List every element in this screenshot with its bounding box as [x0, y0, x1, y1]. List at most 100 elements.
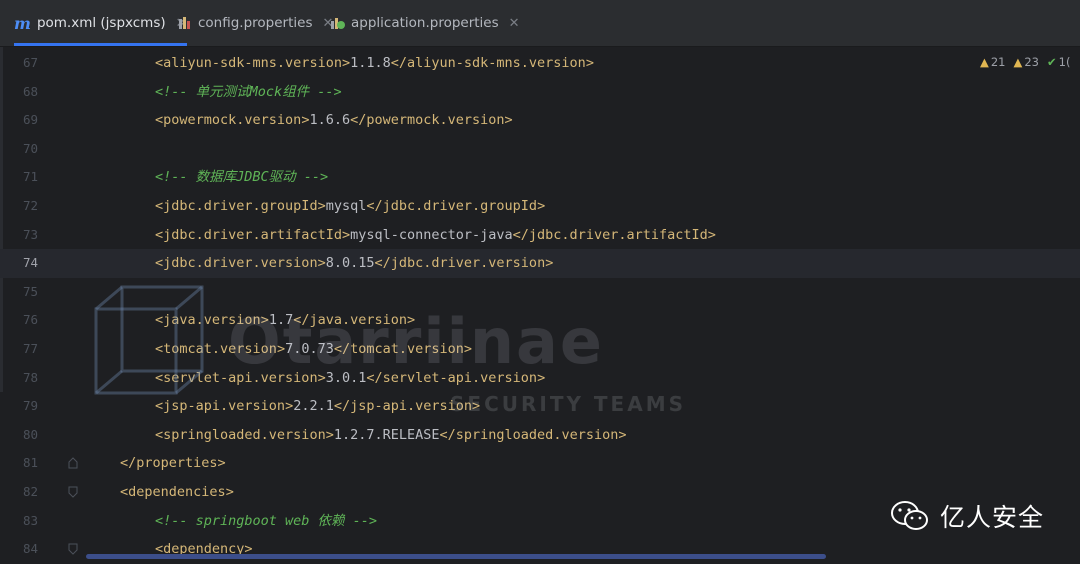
xml-bracket: > [341, 226, 351, 243]
xml-bracket: </ [333, 398, 351, 415]
code-text: <!-- springboot web 依赖 --> [155, 507, 377, 536]
code-line[interactable]: 74 <jdbc.driver.version>8.0.15</jdbc.driv… [0, 249, 1080, 278]
weak-warnings-count[interactable]: ▲ 23 [1014, 55, 1040, 69]
code-text: <aliyun-sdk-mns.version>1.1.8</aliyun-sd… [155, 49, 594, 78]
xml-text: 1.1.8 [350, 55, 391, 71]
xml-comment: <!-- 单元测试Mock组件 --> [155, 83, 342, 100]
line-number[interactable]: 67 [0, 49, 38, 78]
line-number[interactable]: 80 [0, 421, 38, 450]
xml-tag-name: aliyun-sdk-mns.version [407, 55, 586, 71]
code-line[interactable]: 68 <!-- 单元测试Mock组件 --> [0, 78, 1080, 107]
check-icon: ✔ [1047, 55, 1057, 69]
close-icon[interactable]: ✕ [509, 16, 520, 31]
xml-text: 2.2.1 [293, 398, 334, 415]
code-line[interactable]: 75 [0, 278, 1080, 307]
line-number[interactable]: 77 [0, 335, 38, 364]
code-text: <servlet-api.version>3.0.1</servlet-api.… [155, 364, 545, 393]
tab-pom-xml[interactable]: m pom.xml (jspxcms) ✕ [14, 0, 187, 46]
xml-tag-name: jsp-api.version [350, 398, 473, 415]
xml-bracket: > [504, 112, 513, 129]
xml-bracket: </ [512, 226, 529, 243]
code-line[interactable]: 81 </properties> [0, 449, 1080, 478]
line-number[interactable]: 81 [0, 449, 38, 478]
xml-tag-name: tomcat.version [163, 341, 277, 357]
xml-bracket: > [537, 369, 546, 386]
code-line[interactable]: 77 <tomcat.version>7.0.73</tomcat.version… [0, 335, 1080, 364]
xml-bracket: < [155, 341, 164, 357]
line-number[interactable]: 79 [0, 392, 38, 421]
xml-bracket: </ [366, 369, 383, 386]
xml-text: mysql [325, 198, 367, 214]
code-editor[interactable]: 67 <aliyun-sdk-mns.version>1.1.8</aliyun-… [0, 47, 1080, 564]
line-number[interactable]: 82 [0, 478, 38, 507]
code-text: <dependencies> [120, 478, 234, 507]
xml-tag-name: jdbc.driver.groupId [163, 198, 318, 214]
xml-tag-name: dependencies [128, 484, 226, 500]
line-number[interactable]: 74 [0, 249, 38, 278]
xml-bracket: </ [366, 198, 383, 214]
code-text: </properties> [120, 449, 226, 478]
horizontal-scrollbar[interactable] [86, 554, 826, 559]
inspection-widget[interactable]: ▲ 21 ▲ 23 ✔ 1( [980, 55, 1070, 69]
line-number[interactable]: 70 [0, 135, 38, 164]
xml-bracket: > [285, 398, 294, 415]
code-line[interactable]: 67 <aliyun-sdk-mns.version>1.1.8</aliyun-… [0, 49, 1080, 78]
xml-bracket: > [537, 198, 546, 214]
code-text: <dependency> [155, 535, 253, 564]
line-number[interactable]: 72 [0, 192, 38, 221]
tab-label: pom.xml (jspxcms) [36, 15, 166, 31]
xml-bracket: > [317, 198, 326, 214]
fold-open-icon[interactable] [68, 543, 78, 555]
xml-tag-name: springloaded.version [163, 426, 326, 443]
code-text: <!-- 单元测试Mock组件 --> [155, 78, 342, 107]
ok-count[interactable]: ✔ 1( [1047, 55, 1070, 69]
code-text: <java.version>1.7</java.version> [155, 306, 415, 335]
fold-close-icon[interactable] [68, 457, 78, 469]
code-text: <!-- 数据库JDBC驱动 --> [155, 163, 328, 192]
code-line[interactable]: 73 <jdbc.driver.artifactId>mysql-connecto… [0, 221, 1080, 250]
xml-bracket: > [317, 369, 326, 386]
code-line[interactable]: 76 <java.version>1.7</java.version> [0, 306, 1080, 335]
code-line[interactable]: 71 <!-- 数据库JDBC驱动 --> [0, 163, 1080, 192]
warnings-count[interactable]: ▲ 21 [980, 55, 1006, 69]
xml-bracket: < [155, 312, 164, 329]
line-number[interactable]: 75 [0, 278, 38, 307]
xml-tag-name: jsp-api.version [163, 398, 286, 415]
tab-label: config.properties [198, 15, 313, 31]
code-line[interactable]: 79 <jsp-api.version>2.2.1</jsp-api.versio… [0, 392, 1080, 421]
code-line[interactable]: 84 <dependency> [0, 535, 1080, 564]
xml-bracket: < [155, 226, 164, 243]
fold-open-icon[interactable] [68, 486, 78, 498]
line-number[interactable]: 73 [0, 221, 38, 250]
xml-text: 1.7 [268, 312, 294, 329]
xml-bracket: </ [293, 312, 310, 329]
tab-application-properties[interactable]: application.properties ✕ [330, 0, 520, 46]
xml-bracket: </ [120, 455, 137, 472]
line-number[interactable]: 69 [0, 106, 38, 135]
code-line[interactable]: 80 <springloaded.version>1.2.7.RELEASE</s… [0, 421, 1080, 450]
line-number[interactable]: 68 [0, 78, 38, 107]
xml-tag-name: properties [136, 455, 218, 472]
line-number[interactable]: 71 [0, 163, 38, 192]
code-text: <jsp-api.version>2.2.1</jsp-api.version> [155, 392, 480, 421]
code-text: <jdbc.driver.artifactId>mysql-connector-… [155, 221, 716, 250]
code-line[interactable]: 72 <jdbc.driver.groupId>mysql</jdbc.drive… [0, 192, 1080, 221]
xml-text: 7.0.73 [285, 341, 334, 357]
code-line[interactable]: 70 [0, 135, 1080, 164]
code-text: <jdbc.driver.groupId>mysql</jdbc.driver.… [155, 192, 545, 221]
code-line[interactable]: 69 <powermock.version>1.6.6</powermock.ve… [0, 106, 1080, 135]
line-number[interactable]: 84 [0, 535, 38, 564]
properties-icon [178, 16, 192, 30]
tab-config-properties[interactable]: config.properties ✕ [178, 0, 333, 46]
warning-icon: ▲ [1013, 55, 1023, 69]
xml-bracket: </ [390, 55, 407, 71]
xml-bracket: < [155, 255, 164, 272]
xml-text: 3.0.1 [325, 369, 367, 386]
line-number[interactable]: 76 [0, 306, 38, 335]
line-number[interactable]: 78 [0, 364, 38, 393]
line-number[interactable]: 83 [0, 507, 38, 536]
xml-bracket: < [155, 112, 164, 129]
code-line[interactable]: 78 <servlet-api.version>3.0.1</servlet-ap… [0, 364, 1080, 393]
xml-bracket: > [260, 312, 269, 329]
xml-tag-name: tomcat.version [350, 341, 464, 357]
